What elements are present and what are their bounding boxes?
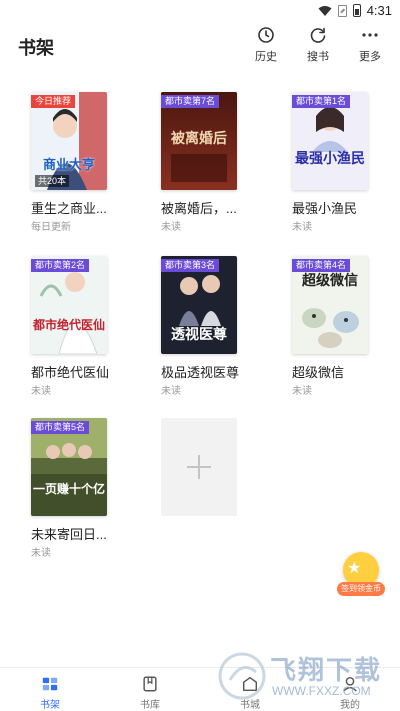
nav-profile[interactable]: 我的 bbox=[300, 668, 400, 711]
book-title: 被离婚后，... bbox=[161, 201, 237, 216]
sim-icon bbox=[337, 4, 347, 17]
status-time: 4:31 bbox=[366, 3, 392, 18]
cover-title: 最强小渔民 bbox=[295, 150, 365, 166]
more-icon bbox=[362, 33, 378, 37]
book-item[interactable]: 都市卖第7名 被离婚后 被离婚后，... 未读 bbox=[161, 92, 271, 233]
book-item[interactable]: 今日推荐 商业大亨 共20本 重生之商业... 每日更新 bbox=[31, 92, 141, 233]
book-status: 未读 bbox=[161, 386, 181, 397]
book-item[interactable]: 都市卖第2名 都市绝代医仙 都市绝代医仙 未读 bbox=[31, 256, 141, 397]
book-title: 最强小渔民 bbox=[292, 201, 358, 216]
plus-icon-vertical bbox=[198, 455, 200, 479]
cover-title: 一页赚十个亿 bbox=[32, 482, 105, 496]
cover-tag: 都市卖第4名 bbox=[292, 259, 351, 272]
status-icons: 4:31 bbox=[318, 3, 392, 18]
profile-icon bbox=[343, 676, 357, 692]
count-badge: 共20本 bbox=[35, 175, 70, 187]
cover-title: 都市绝代医仙 bbox=[32, 318, 105, 332]
book-item[interactable]: 都市卖第3名 透视医尊 极品透视医尊 未读 bbox=[161, 256, 271, 397]
book-title: 超级微信 bbox=[292, 365, 345, 380]
nav-library-label: 书库 bbox=[140, 700, 160, 711]
book-title: 极品透视医尊 bbox=[161, 365, 240, 380]
book-cover: 都市卖第5名 一页赚十个亿 bbox=[31, 418, 107, 516]
clock-icon bbox=[258, 27, 274, 43]
book-title: 重生之商业... bbox=[31, 201, 107, 216]
book-status: 未读 bbox=[31, 548, 51, 559]
book-cover: 都市卖第4名 超级微信 bbox=[292, 256, 368, 354]
cover-tag: 都市卖第1名 bbox=[292, 95, 351, 108]
book-cover: 都市卖第2名 都市绝代医仙 bbox=[31, 256, 107, 354]
book-cover: 都市卖第1名 最强小渔民 bbox=[292, 92, 368, 190]
bottom-nav: 书架 书库 书城 我的 bbox=[0, 667, 400, 711]
nav-bookstore[interactable]: 书城 bbox=[200, 668, 300, 711]
search-book-button[interactable]: 搜书 bbox=[302, 26, 334, 64]
cover-title: 透视医尊 bbox=[171, 326, 227, 342]
book-cover: 都市卖第7名 被离婚后 bbox=[161, 92, 237, 190]
page-title: 书架 bbox=[18, 38, 54, 58]
book-status: 每日更新 bbox=[31, 222, 71, 233]
cover-tag: 都市卖第2名 bbox=[31, 259, 90, 272]
sign-in-reward-button[interactable]: ★ 签到领金币 bbox=[337, 552, 385, 600]
book-status: 未读 bbox=[292, 386, 312, 397]
book-cover: 都市卖第3名 透视医尊 bbox=[161, 256, 237, 354]
nav-library[interactable]: 书库 bbox=[100, 668, 200, 711]
nav-bookshelf-label: 书架 bbox=[40, 700, 60, 711]
history-button[interactable]: 历史 bbox=[250, 26, 282, 64]
search-book-label: 搜书 bbox=[307, 51, 329, 63]
cover-tag: 都市卖第3名 bbox=[161, 259, 220, 272]
book-status: 未读 bbox=[31, 386, 51, 397]
bookstore-icon bbox=[242, 676, 258, 692]
header: 书架 历史 搜书 更多 bbox=[0, 22, 400, 70]
book-item[interactable]: 都市卖第5名 一页赚十个亿 未来寄回日... 未读 bbox=[31, 418, 141, 559]
book-item[interactable]: 都市卖第4名 超级微信 超级微信 未读 bbox=[292, 256, 400, 397]
library-icon bbox=[143, 676, 157, 692]
nav-bookshelf[interactable]: 书架 bbox=[0, 668, 100, 711]
bookshelf-icon bbox=[42, 677, 58, 691]
more-button[interactable]: 更多 bbox=[354, 26, 386, 64]
status-bar: 4:31 bbox=[0, 0, 400, 22]
star-icon: ★ bbox=[347, 560, 362, 577]
book-title: 未来寄回日... bbox=[31, 527, 107, 542]
cover-tag: 都市卖第7名 bbox=[161, 95, 220, 108]
more-label: 更多 bbox=[359, 51, 381, 63]
wifi-icon bbox=[318, 5, 332, 16]
battery-icon bbox=[352, 4, 361, 17]
add-book-button[interactable] bbox=[161, 418, 237, 516]
cover-tag: 今日推荐 bbox=[31, 95, 76, 108]
sign-in-reward-label: 签到领金币 bbox=[337, 582, 385, 596]
book-status: 未读 bbox=[292, 222, 312, 233]
cover-title: 被离婚后 bbox=[171, 130, 227, 146]
book-status: 未读 bbox=[161, 222, 181, 233]
book-item[interactable]: 都市卖第1名 最强小渔民 最强小渔民 未读 bbox=[292, 92, 400, 233]
nav-profile-label: 我的 bbox=[340, 700, 360, 711]
cover-tag: 都市卖第5名 bbox=[31, 421, 90, 434]
header-actions: 历史 搜书 更多 bbox=[250, 26, 386, 64]
search-refresh-icon bbox=[310, 27, 326, 43]
book-cover: 今日推荐 商业大亨 共20本 bbox=[31, 92, 107, 190]
nav-bookstore-label: 书城 bbox=[240, 700, 260, 711]
book-title: 都市绝代医仙 bbox=[31, 365, 110, 380]
cover-title: 超级微信 bbox=[302, 272, 358, 288]
cover-title: 商业大亨 bbox=[42, 157, 95, 172]
history-label: 历史 bbox=[255, 51, 277, 63]
